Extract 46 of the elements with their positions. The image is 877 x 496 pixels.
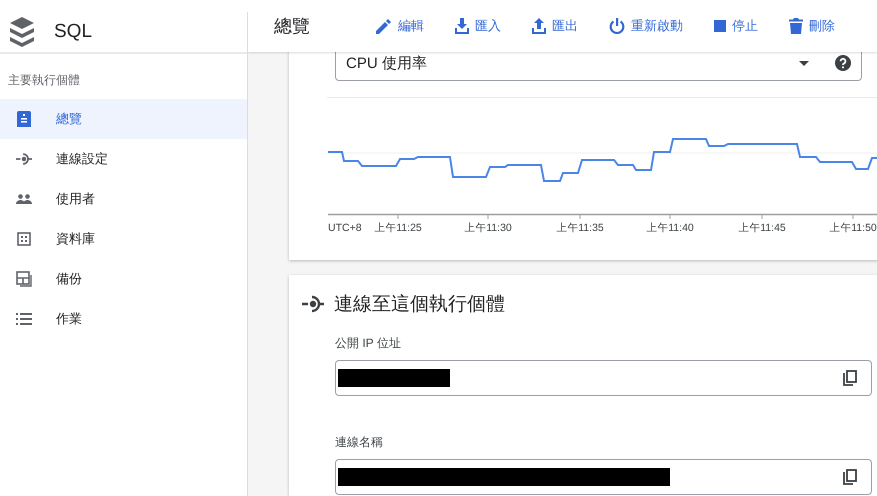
read-only-field[interactable] [335, 360, 872, 396]
toolbar-button[interactable]: 匯入 [451, 15, 505, 37]
axis-label: 上午11:35 [556, 222, 604, 234]
card-title: 連線至這個執行個體 [334, 293, 505, 317]
copy-button[interactable] [841, 467, 859, 487]
page-title: 總覽 [274, 15, 311, 38]
copy-button[interactable] [841, 368, 859, 388]
field-label: 連線名稱 [335, 434, 384, 451]
people-icon [16, 194, 32, 204]
plug-connector-icon [302, 295, 324, 313]
metric-dropdown[interactable]: CPU 使用率 [335, 52, 862, 81]
dropdown-caret-icon [799, 60, 809, 66]
list-icon [16, 312, 32, 326]
grid-icon [17, 232, 31, 246]
sidebar-item[interactable]: 使用者 [0, 179, 247, 219]
help-icon [835, 55, 851, 71]
sidebar-item[interactable]: 資料庫 [0, 219, 247, 259]
axis-label: 上午11:45 [738, 222, 786, 234]
section-heading: 主要執行個體 [7, 72, 81, 89]
axis-label: 上午11:40 [646, 222, 694, 234]
pencil-icon [376, 18, 392, 34]
trash-icon [789, 18, 803, 34]
toolbar-button[interactable]: 重新啟動 [605, 15, 687, 37]
toolbar-button[interactable]: 匯出 [528, 15, 582, 37]
backup-icon [16, 271, 32, 287]
sidebar-item[interactable]: 總覽 [0, 99, 247, 139]
axis-label: 上午11:50 [829, 222, 877, 234]
toolbar-button[interactable]: 刪除 [785, 15, 839, 37]
download-icon [455, 18, 469, 34]
sidebar-item[interactable]: 備份 [0, 259, 247, 299]
field-label: 公開 IP 位址 [335, 335, 402, 352]
toolbar-button[interactable]: 停止 [710, 15, 762, 37]
power-icon [609, 18, 625, 34]
stacked-layers-logo [10, 17, 34, 47]
document-icon [17, 111, 31, 127]
axis-label: 上午11:30 [464, 222, 512, 234]
sidebar-item[interactable]: 作業 [0, 299, 247, 339]
read-only-field[interactable] [335, 459, 872, 495]
axis-label: 上午11:25 [374, 222, 422, 234]
toolbar-button[interactable]: 編輯 [372, 15, 428, 37]
sidebar-item[interactable]: 連線設定 [0, 139, 247, 179]
axis-label: UTC+8 [328, 222, 362, 234]
app-title: SQL [54, 21, 92, 43]
stop-icon [714, 20, 726, 32]
plug-connector-icon [16, 152, 32, 166]
upload-icon [532, 18, 546, 34]
